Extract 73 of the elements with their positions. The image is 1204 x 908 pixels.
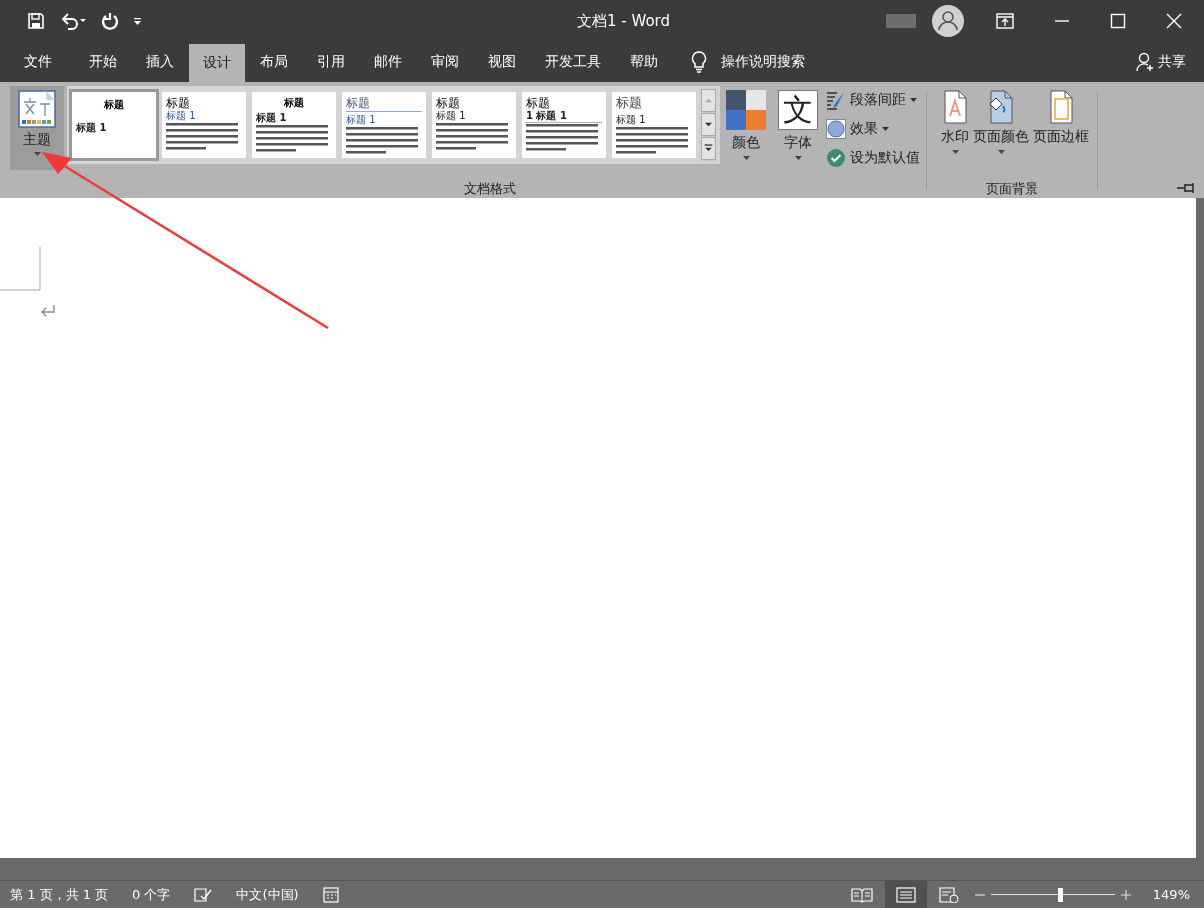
- ribbon-tab[interactable]: 视图: [474, 42, 530, 82]
- avatar-icon[interactable]: [932, 5, 964, 37]
- ribbon-display-icon[interactable]: [996, 13, 1014, 29]
- style-set-thumbnail[interactable]: 标题 标题 1: [339, 89, 429, 161]
- color-swatch-icon: [726, 90, 766, 130]
- customize-icon[interactable]: [133, 16, 143, 26]
- themes-button[interactable]: 主题: [10, 86, 64, 170]
- ribbon-tab[interactable]: 邮件: [360, 42, 416, 82]
- ribbon-tab[interactable]: 引用: [303, 42, 359, 82]
- style-set-thumbnail[interactable]: 标题 标题 1: [159, 89, 249, 161]
- style-set-thumbnail[interactable]: 标题 标题 1: [69, 89, 159, 161]
- zoom-slider-thumb[interactable]: [1058, 887, 1064, 902]
- page-watermark-icon: [941, 90, 969, 124]
- style-set-thumbnail[interactable]: 标题 标题 1: [609, 89, 699, 161]
- person-add-icon: [1136, 52, 1154, 72]
- ribbon-tab[interactable]: 文件: [0, 42, 74, 82]
- watermark-button[interactable]: 水印: [939, 86, 971, 154]
- macro-icon[interactable]: [322, 886, 339, 903]
- fonts-button[interactable]: 文 字体: [772, 86, 824, 160]
- themes-icon: [18, 90, 56, 128]
- word-count[interactable]: 0 个字: [132, 885, 171, 904]
- zoom-level[interactable]: 149%: [1152, 887, 1190, 902]
- dropdown-arrow-icon: [910, 97, 917, 102]
- page-color-button[interactable]: 页面颜色: [971, 86, 1031, 154]
- dropdown-arrow-icon: [882, 126, 889, 131]
- style-set-thumbnail[interactable]: 标题 标题 1: [429, 89, 519, 161]
- redo-icon[interactable]: [101, 12, 119, 30]
- read-mode-icon[interactable]: [850, 886, 873, 903]
- ribbon-tab[interactable]: 布局: [246, 42, 302, 82]
- web-layout-icon[interactable]: [938, 886, 959, 903]
- paragraph-spacing-button[interactable]: 段落间距: [826, 88, 920, 111]
- window-title: 文档1 - Word: [576, 11, 672, 31]
- paragraph-spacing-icon: [826, 89, 846, 110]
- dropdown-arrow-icon: [794, 156, 802, 160]
- lightbulb-icon: [691, 51, 707, 73]
- paragraph-mark-icon: [40, 304, 56, 318]
- style-set-thumbnail[interactable]: 标题 标题 1: [249, 89, 339, 161]
- more-icon[interactable]: [701, 137, 716, 160]
- scroll-down-icon[interactable]: [701, 113, 716, 136]
- maximize-icon[interactable]: [1110, 13, 1126, 29]
- tell-me-placeholder: 操作说明搜索: [721, 53, 805, 71]
- tell-me-search[interactable]: 操作说明搜索: [691, 42, 805, 82]
- print-layout-icon: [895, 886, 916, 903]
- print-layout-button[interactable]: [884, 880, 927, 908]
- effects-button[interactable]: 效果: [826, 117, 920, 140]
- style-set-thumbnail[interactable]: 标题 1 标题 1: [519, 89, 609, 161]
- group-label: 文档格式: [463, 180, 517, 198]
- dropdown-arrow-icon: [742, 156, 750, 160]
- proofing-icon[interactable]: [194, 886, 213, 903]
- colors-button[interactable]: 颜色: [720, 86, 772, 160]
- ribbon-tab[interactable]: 帮助: [616, 42, 672, 82]
- ribbon-tab[interactable]: 插入: [132, 42, 188, 82]
- share-button[interactable]: 共享: [1136, 42, 1204, 82]
- undo-icon[interactable]: [59, 12, 87, 30]
- page-border-icon: [1047, 90, 1075, 124]
- margin-corner-mark: [0, 247, 41, 291]
- ribbon-tab[interactable]: 开发工具: [531, 42, 615, 82]
- ribbon-tab[interactable]: 审阅: [417, 42, 473, 82]
- checkmark-icon: [826, 147, 846, 168]
- circle-effect-icon: [826, 118, 846, 139]
- close-icon[interactable]: [1166, 13, 1182, 29]
- ribbon-tab[interactable]: 设计: [189, 44, 245, 82]
- save-icon[interactable]: [27, 12, 45, 30]
- group-label: 页面背景: [985, 180, 1039, 198]
- page-fill-icon: [987, 90, 1015, 124]
- zoom-in-icon[interactable]: [1120, 889, 1131, 900]
- language-indicator[interactable]: 中文(中国): [236, 885, 299, 904]
- page-borders-button[interactable]: 页面边框: [1031, 86, 1091, 146]
- ribbon-tab[interactable]: 开始: [75, 42, 131, 82]
- account-name-block: [886, 14, 916, 28]
- page-count[interactable]: 第 1 页，共 1 页: [10, 885, 109, 904]
- set-as-default-button[interactable]: 设为默认值: [826, 146, 920, 169]
- dropdown-arrow-icon: [33, 152, 41, 156]
